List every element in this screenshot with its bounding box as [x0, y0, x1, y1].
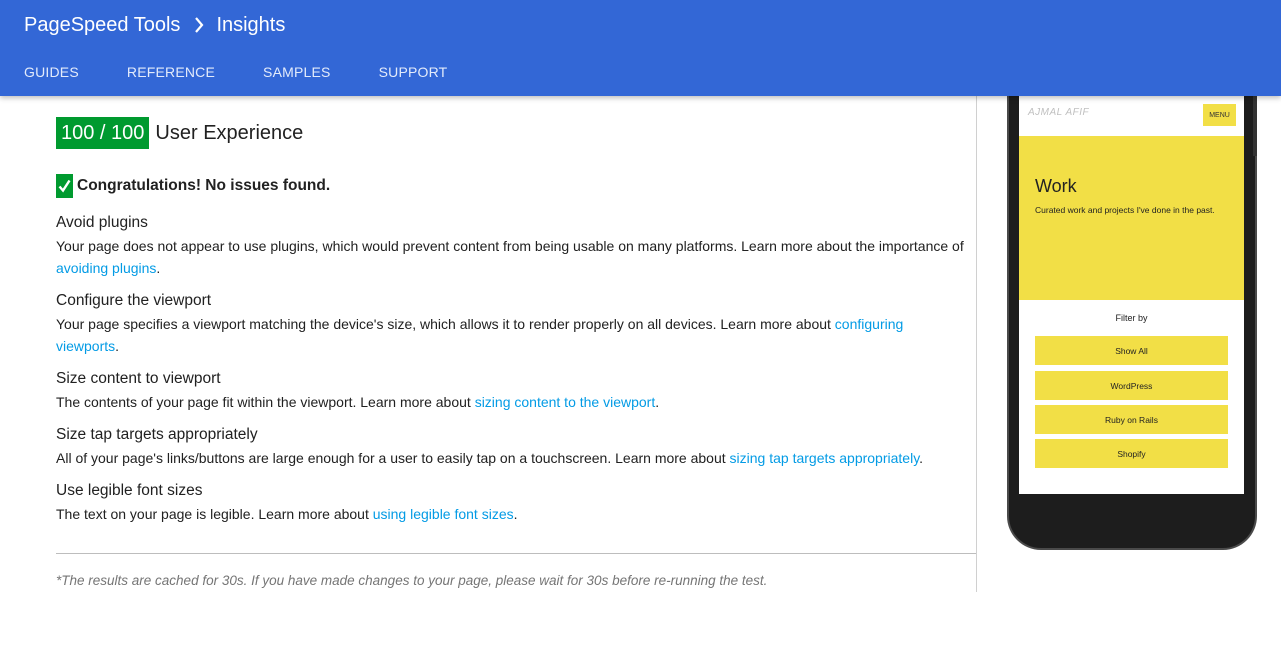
mobile-preview-screen: AJMAL AFIF MENU Work Curated work and pr… [1019, 96, 1244, 494]
rule-text: All of your page's links/buttons are lar… [56, 450, 924, 466]
rule-title: Configure the viewport [56, 292, 212, 309]
congrats-message: Congratulations! No issues found. [77, 177, 331, 194]
rule-link[interactable]: using legible font sizes [373, 506, 514, 522]
nav-reference[interactable]: REFERENCE [127, 64, 215, 80]
rule-text: Your page specifies a viewport matching … [56, 316, 904, 354]
preview-filter-ruby: Ruby on Rails [1035, 405, 1228, 434]
nav-samples[interactable]: SAMPLES [263, 64, 331, 80]
preview-menu-button: MENU [1203, 104, 1236, 126]
phone-side-button [1253, 96, 1257, 156]
rule-legible-fonts: Use legible font sizes The text on your … [56, 481, 968, 525]
preview-hero: Work Curated work and projects I've done… [1019, 136, 1244, 300]
nav-support[interactable]: SUPPORT [379, 64, 448, 80]
cache-footnote: *The results are cached for 30s. If you … [56, 573, 768, 588]
rule-title: Size content to viewport [56, 370, 221, 387]
score-row: 100 / 100 User Experience [56, 117, 303, 149]
breadcrumb-pagespeed-tools[interactable]: PageSpeed Tools [24, 14, 180, 37]
chevron-right-icon [194, 15, 206, 35]
rule-tap-targets: Size tap targets appropriately All of yo… [56, 425, 968, 469]
preview-filter-show-all: Show All [1035, 336, 1228, 365]
rule-text: The text on your page is legible. Learn … [56, 506, 518, 522]
column-divider [976, 96, 977, 592]
rule-size-content: Size content to viewport The contents of… [56, 369, 968, 413]
congrats-row: Congratulations! No issues found. [56, 174, 330, 198]
preview-filter-shopify: Shopify [1035, 439, 1228, 468]
rule-link[interactable]: sizing tap targets appropriately [730, 450, 920, 466]
results-panel: 100 / 100 User Experience Congratulation… [56, 96, 976, 592]
top-header: PageSpeed Tools Insights GUIDES REFERENC… [0, 0, 1281, 96]
score-badge: 100 / 100 [56, 117, 150, 149]
preview-hero-desc: Curated work and projects I've done in t… [1035, 205, 1215, 215]
rule-title: Size tap targets appropriately [56, 426, 258, 443]
rule-title: Use legible font sizes [56, 482, 203, 499]
breadcrumb: PageSpeed Tools Insights [24, 12, 285, 38]
breadcrumb-insights[interactable]: Insights [216, 14, 285, 37]
preview-filter-label: Filter by [1115, 313, 1148, 323]
rule-link[interactable]: avoiding plugins [56, 260, 156, 276]
rule-text: The contents of your page fit within the… [56, 394, 660, 410]
preview-logo: AJMAL AFIF [1028, 107, 1090, 118]
rule-link[interactable]: sizing content to the viewport [475, 394, 656, 410]
rule-configure-viewport: Configure the viewport Your page specifi… [56, 291, 968, 357]
nav-guides[interactable]: GUIDES [24, 64, 79, 80]
preview-filter-wordpress: WordPress [1035, 371, 1228, 400]
checkmark-icon [56, 174, 73, 198]
rule-avoid-plugins: Avoid plugins Your page does not appear … [56, 213, 968, 279]
rule-text: Your page does not appear to use plugins… [56, 238, 964, 276]
score-category: User Experience [155, 121, 304, 144]
top-nav: GUIDES REFERENCE SAMPLES SUPPORT [0, 56, 471, 88]
divider [56, 553, 976, 554]
rule-title: Avoid plugins [56, 214, 148, 231]
preview-hero-title: Work [1035, 176, 1077, 196]
